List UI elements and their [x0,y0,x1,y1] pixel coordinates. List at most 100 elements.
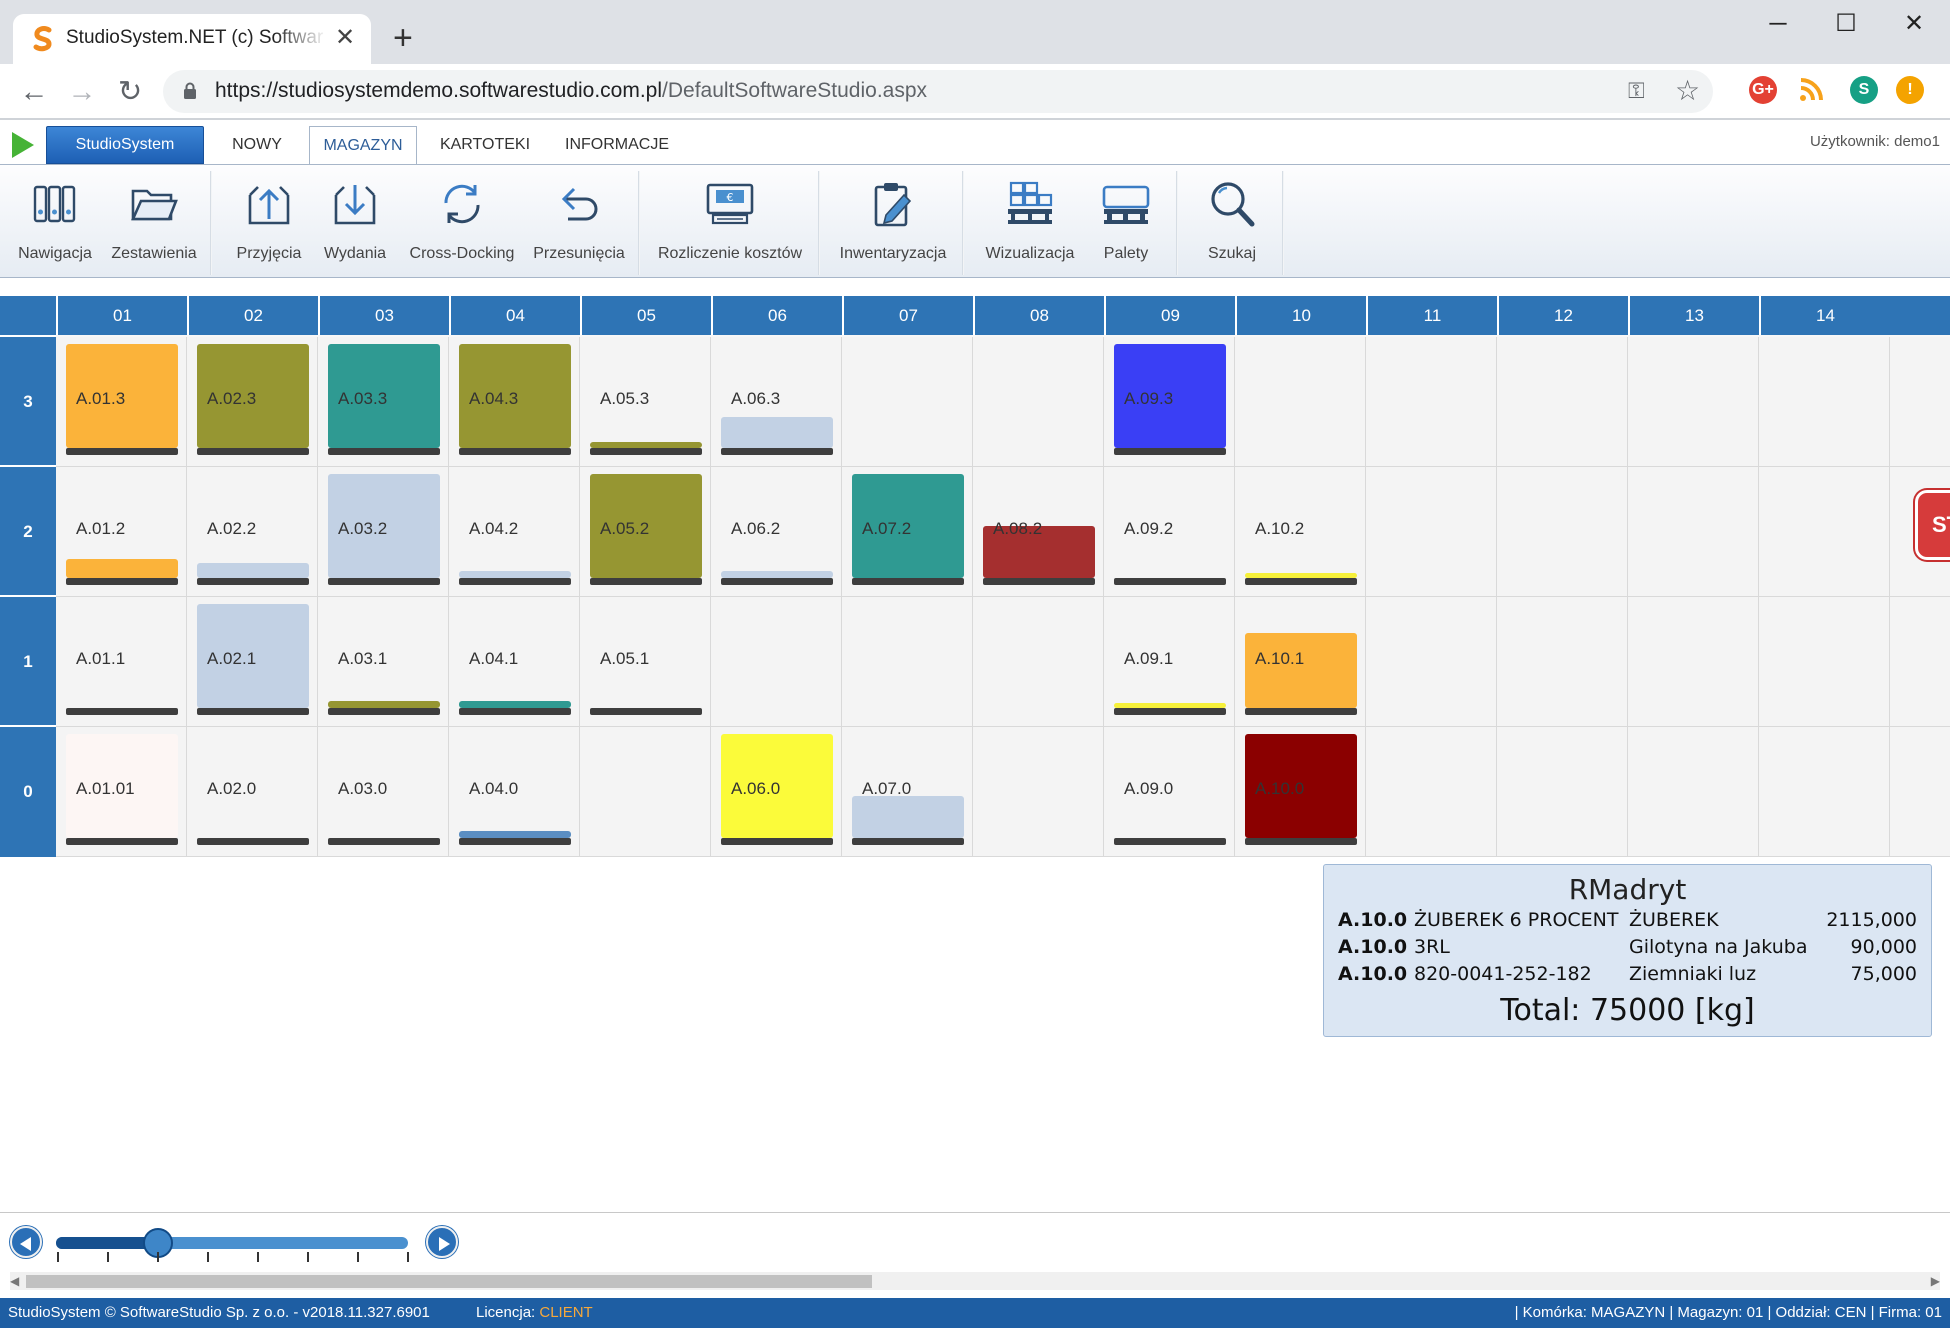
back-icon[interactable]: ← [14,74,54,110]
location-base [590,448,702,455]
rack-location[interactable]: A.10.1 [1235,597,1366,727]
close-window-icon[interactable]: ✕ [1884,6,1944,42]
play-icon[interactable] [12,132,34,158]
ribbon-button-cross-docking[interactable]: Cross-Docking [406,175,518,271]
ribbon-button-wizualizacja[interactable]: Wizualizacja [978,175,1082,271]
menu-bar: StudioSystem Użytkownik: demo1 NOWY MAGAZ… [0,120,1950,164]
tab-informacje[interactable]: INFORMACJE [555,126,679,164]
rack-empty-slot [1628,597,1759,727]
rack-location[interactable]: A.07.2 [842,467,973,597]
google-plus-icon[interactable]: G+ [1749,76,1777,104]
location-label: A.02.0 [207,779,257,798]
slider-next-button[interactable] [426,1226,458,1258]
rack-location[interactable]: A.10.2 [1235,467,1366,597]
bookmark-star-icon[interactable]: ☆ [1675,74,1700,107]
rack-empty-slot [1890,337,1950,467]
ribbon-button-zestawienia[interactable]: Zestawienia [108,175,200,271]
location-label: A.01.2 [76,519,126,538]
horizontal-scrollbar[interactable]: ◀ ▶ [10,1272,1940,1290]
rack-location[interactable]: A.09.2 [1104,467,1235,597]
location-label: A.09.0 [1124,779,1174,798]
scroll-right-icon[interactable]: ▶ [1931,1274,1940,1288]
scroll-left-icon[interactable]: ◀ [10,1274,19,1288]
location-label: A.04.0 [469,779,519,798]
ribbon-button-nawigacja[interactable]: Nawigacja [10,175,100,271]
location-base [459,838,571,845]
rack-location[interactable]: A.04.1 [449,597,580,727]
rack-location[interactable]: A.01.3 [56,337,187,467]
tooltip-row: A.10.0 820-0041-252-182 Ziemniaki luz 75,00… [1338,963,1917,989]
location-label: A.05.3 [600,389,650,408]
ribbon-button-szukaj[interactable]: Szukaj [1200,175,1264,271]
location-base [328,578,440,585]
rack-location[interactable]: A.06.3 [711,337,842,467]
maximize-window-icon[interactable]: ☐ [1816,6,1876,42]
profile-avatar[interactable]: S [1850,76,1878,104]
rack-location[interactable]: A.03.0 [318,727,449,857]
rack-location[interactable]: A.02.0 [187,727,318,857]
tab-kartoteki[interactable]: KARTOTEKI [430,126,540,164]
location-base [1114,578,1226,585]
rack-location[interactable]: A.07.0 [842,727,973,857]
rack-location[interactable]: A.04.0 [449,727,580,857]
ribbon-button-wydania[interactable]: Wydania [316,175,394,271]
slider-prev-button[interactable] [10,1226,42,1258]
reload-icon[interactable]: ↻ [110,74,150,110]
address-bar[interactable]: https://studiosystemdemo.softwarestudio.… [163,70,1713,113]
binders-icon [33,185,76,223]
location-base [852,838,964,845]
rack-location[interactable]: A.06.0 [711,727,842,857]
rack-location[interactable]: A.06.2 [711,467,842,597]
rack-location[interactable]: A.01.01 [56,727,187,857]
ribbon-button-rozliczenie-kosztów[interactable]: € Rozliczenie kosztów [654,175,806,271]
location-label: A.01.3 [76,389,126,408]
column-header-07: 07 [842,296,973,335]
rack-location[interactable]: A.02.3 [187,337,318,467]
rack-location[interactable]: A.10.0 [1235,727,1366,857]
rack-location[interactable]: A.04.3 [449,337,580,467]
row-header-1: 1 [0,595,56,727]
rack-location[interactable]: A.05.2 [580,467,711,597]
rack-location[interactable]: A.09.3 [1104,337,1235,467]
location-label: A.02.2 [207,519,257,538]
new-tab-icon[interactable]: + [393,19,413,57]
location-base [197,708,309,715]
ribbon-button-przyjęcia[interactable]: Przyjęcia [232,175,306,271]
scrollbar-thumb[interactable] [26,1275,872,1288]
rss-icon[interactable] [1797,76,1825,104]
rack-location[interactable]: A.03.2 [318,467,449,597]
tab-magazyn[interactable]: MAGAZYN [309,126,417,164]
rack-location[interactable]: A.01.2 [56,467,187,597]
rack-location[interactable]: A.01.1 [56,597,187,727]
location-base [983,578,1095,585]
rack-location[interactable]: A.05.3 [580,337,711,467]
ribbon-button-palety[interactable]: Palety [1092,175,1160,271]
forward-icon[interactable]: → [62,74,102,110]
product-name: Gilotyna na Jakuba [1629,936,1808,958]
column-header-14: 14 [1759,296,1890,335]
tab-nowy[interactable]: NOWY [214,126,300,164]
rack-location[interactable]: A.09.1 [1104,597,1235,727]
key-icon[interactable]: ⚿ [1628,78,1645,104]
ribbon-button-przesunięcia[interactable]: Przesunięcia [528,175,630,271]
ribbon-button-inwentaryzacja[interactable]: Inwentaryzacja [834,175,952,271]
slider-tick [57,1252,59,1262]
rack-location[interactable]: A.02.1 [187,597,318,727]
browser-tab[interactable]: StudioSystem.NET (c) SoftwareStudio ✕ [13,14,371,64]
rack-location[interactable]: A.08.2 [973,467,1104,597]
app-menu-button[interactable]: StudioSystem [46,126,204,164]
rack-empty-slot [1366,727,1497,857]
column-header-03: 03 [318,296,449,335]
rack-location[interactable]: A.09.0 [1104,727,1235,857]
close-tab-icon[interactable]: ✕ [335,24,355,52]
minimize-window-icon[interactable]: ─ [1748,6,1808,42]
stop-sign-icon[interactable]: ST [1915,490,1950,560]
update-alert-icon[interactable]: ! [1896,76,1924,104]
rack-location[interactable]: A.05.1 [580,597,711,727]
location-code: A.10.0 [1338,963,1408,985]
rack-location[interactable]: A.04.2 [449,467,580,597]
rack-location[interactable]: A.02.2 [187,467,318,597]
rack-location[interactable]: A.03.1 [318,597,449,727]
location-tooltip: RMadryt A.10.0 ŻUBEREK 6 PROCENT ŻUBEREK 21… [1323,864,1932,1037]
rack-location[interactable]: A.03.3 [318,337,449,467]
